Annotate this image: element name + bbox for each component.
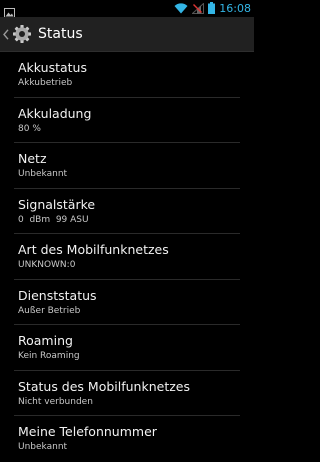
back-chevron-icon[interactable] <box>2 28 10 40</box>
page-title: Status <box>38 26 83 42</box>
item-title: Signalstärke <box>18 196 96 212</box>
item-summary: Kein Roaming <box>18 351 80 361</box>
item-summary: Akkubetrieb <box>18 78 73 88</box>
clock: 16:08 <box>219 2 251 15</box>
wifi-icon <box>174 0 188 18</box>
signal-icon <box>191 0 205 18</box>
list-item-dienststatus[interactable]: Dienststatus Außer Betrieb <box>0 280 254 325</box>
item-summary: Unbekannt <box>18 442 68 452</box>
item-title: Akkustatus <box>18 60 87 75</box>
item-summary: Außer Betrieb <box>18 305 81 316</box>
item-title: Netz <box>18 151 47 166</box>
item-summary: UNKNOWN:0 <box>18 260 76 270</box>
item-summary: Nicht verbunden <box>18 396 93 407</box>
status-list: Akkustatus Akkubetrieb Akkuladung 80 % N… <box>0 52 254 462</box>
list-item-akkustatus[interactable]: Akkustatus Akkubetrieb <box>0 52 254 98</box>
item-title: Art des Mobilfunknetzes <box>18 242 169 257</box>
action-bar: Status <box>0 17 254 52</box>
item-summary: 80 % <box>18 123 41 134</box>
list-item-mobilfunknetz-art[interactable]: Art des Mobilfunknetzes UNKNOWN:0 <box>0 234 254 280</box>
item-summary: 0 dBm 99 ASU <box>18 214 89 225</box>
list-item-roaming[interactable]: Roaming Kein Roaming <box>0 325 254 371</box>
settings-gear-icon[interactable] <box>11 23 33 45</box>
list-item-netz[interactable]: Netz Unbekannt <box>0 143 254 189</box>
item-title: Meine Telefonnummer <box>18 424 157 439</box>
list-item-telefonnummer[interactable]: Meine Telefonnummer Unbekannt <box>0 416 254 462</box>
item-title: Status des Mobilfunknetzes <box>18 378 190 394</box>
battery-icon <box>208 0 216 18</box>
list-item-mobilfunknetz-status[interactable]: Status des Mobilfunknetzes Nicht verbund… <box>0 371 254 416</box>
status-bar: 16:08 <box>0 0 254 18</box>
item-title: Dienststatus <box>18 287 97 303</box>
list-item-signalstaerke[interactable]: Signalstärke 0 dBm 99 ASU <box>0 189 254 234</box>
list-item-akkuladung[interactable]: Akkuladung 80 % <box>0 98 254 143</box>
item-title: Akkuladung <box>18 105 92 121</box>
item-summary: Unbekannt <box>18 169 68 179</box>
item-title: Roaming <box>18 333 73 348</box>
